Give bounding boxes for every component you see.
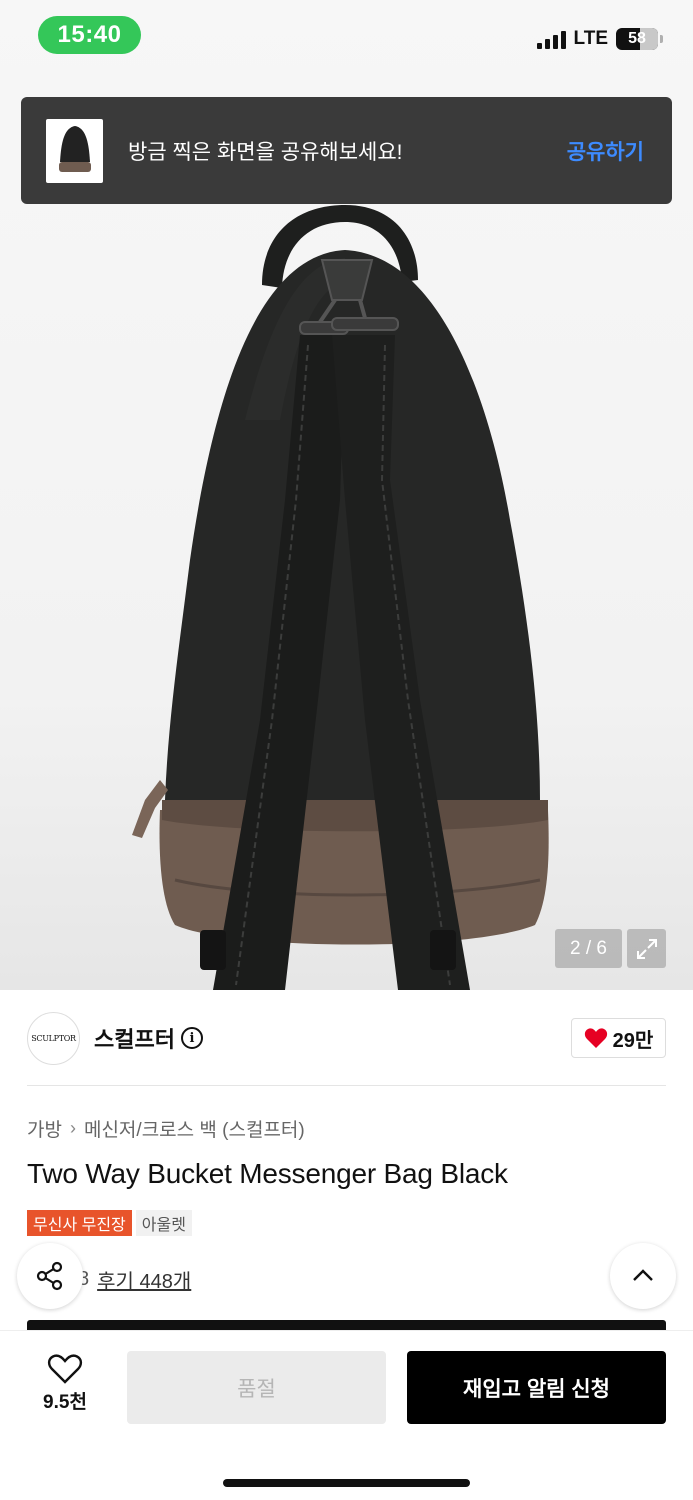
battery-level: 58 (628, 30, 646, 47)
toast-share-button[interactable]: 공유하기 (567, 136, 644, 166)
network-type: LTE (573, 28, 608, 49)
battery-icon: 58 (616, 28, 663, 50)
info-icon[interactable]: i (180, 1027, 203, 1049)
brand-like-count: 29만 (612, 1029, 654, 1052)
product-title: Two Way Bucket Messenger Bag Black (27, 1158, 508, 1189)
share-button[interactable] (17, 1243, 83, 1309)
scroll-top-button[interactable] (610, 1243, 676, 1309)
share-icon (36, 1261, 63, 1291)
brand-row: SCULPTOR 스컬프터 i 29만 (27, 1010, 666, 1066)
brand-name[interactable]: 스컬프터 (94, 1022, 175, 1054)
breadcrumb-separator-icon: › (69, 1118, 76, 1138)
brand-like-button[interactable]: 29만 (571, 1018, 666, 1058)
status-indicators: LTE 58 (536, 28, 663, 50)
product-badges: 무신사 무진장 아울렛 (27, 1210, 192, 1236)
share-screenshot-toast: 방금 찍은 화면을 공유해보세요! 공유하기 (21, 97, 672, 204)
wish-count: 9.5천 (43, 1392, 87, 1413)
breadcrumb-category[interactable]: 가방 (27, 1115, 62, 1142)
brand-logo[interactable]: SCULPTOR (27, 1011, 80, 1065)
bottom-action-bar: 9.5천 품절 재입고 알림 신청 (0, 1330, 693, 1500)
chevron-up-icon (633, 1269, 653, 1281)
toast-message: 방금 찍은 화면을 공유해보세요! (128, 140, 403, 164)
badge-outlet: 아울렛 (135, 1210, 192, 1236)
heart-filled-icon (584, 1028, 607, 1048)
home-indicator[interactable] (223, 1479, 470, 1487)
review-row: 8 후기 448개 (78, 1265, 191, 1294)
wish-button[interactable]: 9.5천 (30, 1353, 100, 1414)
heart-outline-icon (47, 1354, 83, 1384)
review-link[interactable]: 후기 448개 (97, 1265, 191, 1294)
badge-musinsa-mujinjang: 무신사 무진장 (27, 1210, 132, 1236)
breadcrumb: 가방 › 메신저/크로스 백 (스컬프터) (27, 1115, 305, 1142)
restock-alert-button[interactable]: 재입고 알림 신청 (407, 1351, 666, 1424)
soldout-button: 품절 (127, 1351, 386, 1424)
expand-icon (636, 938, 657, 959)
signal-icon (536, 29, 566, 49)
image-counter: 2 / 6 (555, 929, 622, 968)
status-bar: 15:40 LTE 58 (0, 0, 693, 70)
screenshot-thumbnail (46, 118, 103, 183)
breadcrumb-subcategory[interactable]: 메신저/크로스 백 (스컬프터) (84, 1115, 305, 1142)
expand-image-button[interactable] (627, 929, 666, 968)
status-time: 15:40 (38, 16, 141, 54)
divider (27, 1085, 666, 1086)
